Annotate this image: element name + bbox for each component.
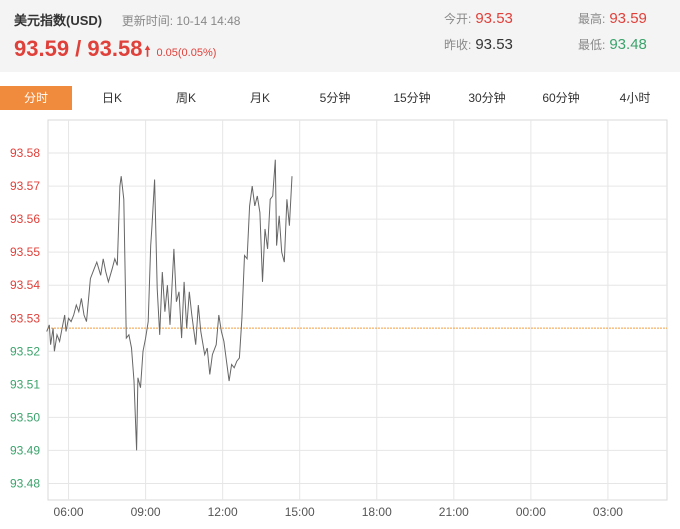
intraday-chart: 93.58 93.57 93.56 93.55 93.54 93.53 93.52 93.51… [10, 119, 668, 519]
x-tick-label: 03:00 [593, 505, 623, 519]
x-tick-label: 21:00 [439, 505, 469, 519]
y-tick-label: 93.57 [10, 179, 40, 193]
y-tick-label: 93.49 [10, 443, 40, 457]
y-tick-label: 93.58 [10, 146, 40, 160]
y-tick-label: 93.50 [10, 410, 40, 424]
x-tick-label: 00:00 [516, 505, 546, 519]
x-tick-label: 12:00 [208, 505, 238, 519]
x-tick-label: 09:00 [131, 505, 161, 519]
y-tick-label: 93.54 [10, 278, 40, 292]
y-tick-label: 93.48 [10, 476, 40, 490]
y-tick-label: 93.51 [10, 377, 40, 391]
y-tick-label: 93.52 [10, 344, 40, 358]
y-tick-label: 93.55 [10, 245, 40, 259]
y-tick-label: 93.53 [10, 311, 40, 325]
x-tick-label: 18:00 [362, 505, 392, 519]
price-line [46, 159, 293, 451]
x-tick-label: 06:00 [54, 505, 84, 519]
y-tick-label: 93.56 [10, 212, 40, 226]
x-tick-label: 15:00 [285, 505, 315, 519]
plot-frame [47, 119, 668, 501]
